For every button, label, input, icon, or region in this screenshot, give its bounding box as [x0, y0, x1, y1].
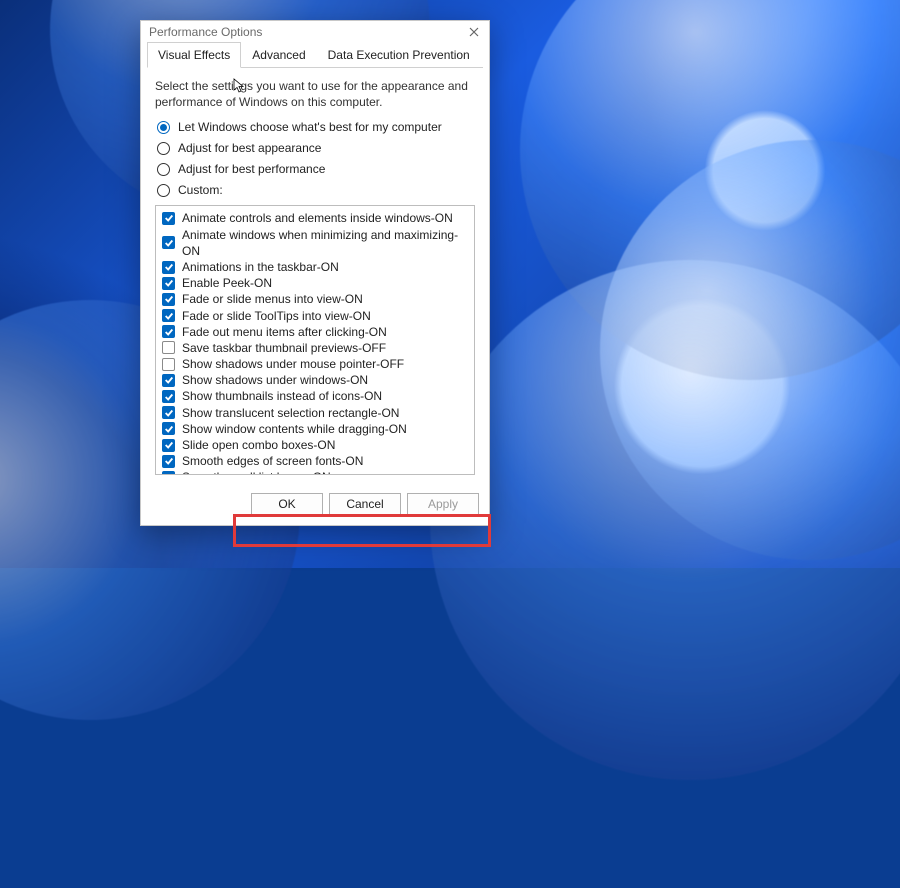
list-item-label: Save taskbar thumbnail previews-OFF	[182, 340, 386, 356]
list-item-label: Show translucent selection rectangle-ON	[182, 405, 399, 421]
checkbox-checked-icon	[162, 406, 175, 419]
cursor-icon	[233, 78, 245, 97]
radio-label: Custom:	[178, 183, 223, 197]
list-item[interactable]: Show shadows under windows-ON	[160, 372, 470, 388]
list-item[interactable]: Enable Peek-ON	[160, 275, 470, 291]
checkbox-checked-icon	[162, 422, 175, 435]
cancel-button[interactable]: Cancel	[329, 493, 401, 515]
checkbox-checked-icon	[162, 390, 175, 403]
checkbox-checked-icon	[162, 293, 175, 306]
radio-label: Let Windows choose what's best for my co…	[178, 120, 442, 134]
list-item[interactable]: Smooth edges of screen fonts-ON	[160, 453, 470, 469]
list-item-label: Animate controls and elements inside win…	[182, 210, 453, 226]
checkbox-checked-icon	[162, 455, 175, 468]
list-item[interactable]: Smooth-scroll list boxes-ON	[160, 469, 470, 475]
list-item-label: Fade out menu items after clicking-ON	[182, 324, 387, 340]
list-item[interactable]: Fade or slide menus into view-ON	[160, 291, 470, 307]
list-item-label: Show shadows under mouse pointer-OFF	[182, 356, 404, 372]
dialog-button-bar: OK Cancel Apply	[141, 483, 489, 525]
list-item-label: Smooth-scroll list boxes-ON	[182, 469, 331, 475]
titlebar[interactable]: Performance Options	[141, 21, 489, 41]
checkbox-checked-icon	[162, 309, 175, 322]
list-item-label: Show thumbnails instead of icons-ON	[182, 388, 382, 404]
apply-button[interactable]: Apply	[407, 493, 479, 515]
tab-visual-effects[interactable]: Visual Effects	[147, 42, 241, 68]
radio-icon	[157, 184, 170, 197]
tabs: Visual EffectsAdvancedData Execution Pre…	[147, 41, 483, 68]
list-item[interactable]: Show thumbnails instead of icons-ON	[160, 388, 470, 404]
list-item-label: Smooth edges of screen fonts-ON	[182, 453, 363, 469]
list-item-label: Show shadows under windows-ON	[182, 372, 368, 388]
list-item[interactable]: Animations in the taskbar-ON	[160, 259, 470, 275]
radio-icon	[157, 121, 170, 134]
tab-data-execution-prevention[interactable]: Data Execution Prevention	[317, 42, 481, 68]
radio-icon	[157, 142, 170, 155]
checkbox-unchecked-icon	[162, 341, 175, 354]
checkbox-checked-icon	[162, 212, 175, 225]
checkbox-checked-icon	[162, 325, 175, 338]
list-item[interactable]: Show shadows under mouse pointer-OFF	[160, 356, 470, 372]
list-item-label: Show window contents while dragging-ON	[182, 421, 407, 437]
list-item[interactable]: Animate windows when minimizing and maxi…	[160, 227, 470, 259]
checkbox-checked-icon	[162, 439, 175, 452]
visual-effects-listbox[interactable]: Animate controls and elements inside win…	[155, 205, 475, 475]
checkbox-checked-icon	[162, 471, 175, 475]
list-item-label: Slide open combo boxes-ON	[182, 437, 335, 453]
list-item[interactable]: Save taskbar thumbnail previews-OFF	[160, 340, 470, 356]
list-item-label: Fade or slide menus into view-ON	[182, 291, 363, 307]
list-item[interactable]: Fade out menu items after clicking-ON	[160, 324, 470, 340]
tab-content: Select the settings you want to use for …	[141, 68, 489, 483]
window-title: Performance Options	[149, 25, 262, 39]
list-item-label: Animations in the taskbar-ON	[182, 259, 339, 275]
close-icon[interactable]	[467, 25, 481, 39]
ok-button[interactable]: OK	[251, 493, 323, 515]
radio-icon	[157, 163, 170, 176]
list-item[interactable]: Slide open combo boxes-ON	[160, 437, 470, 453]
checkbox-checked-icon	[162, 277, 175, 290]
radio-option[interactable]: Let Windows choose what's best for my co…	[157, 120, 475, 134]
radio-label: Adjust for best performance	[178, 162, 325, 176]
list-item[interactable]: Show window contents while dragging-ON	[160, 421, 470, 437]
list-item-label: Animate windows when minimizing and maxi…	[182, 227, 468, 259]
checkbox-checked-icon	[162, 236, 175, 249]
list-item-label: Enable Peek-ON	[182, 275, 272, 291]
list-item[interactable]: Fade or slide ToolTips into view-ON	[160, 308, 470, 324]
list-item-label: Fade or slide ToolTips into view-ON	[182, 308, 371, 324]
radio-option[interactable]: Adjust for best appearance	[157, 141, 475, 155]
radio-option[interactable]: Adjust for best performance	[157, 162, 475, 176]
performance-options-dialog: Performance Options Visual EffectsAdvanc…	[140, 20, 490, 526]
list-item[interactable]: Animate controls and elements inside win…	[160, 210, 470, 226]
tab-advanced[interactable]: Advanced	[241, 42, 316, 68]
list-item[interactable]: Show translucent selection rectangle-ON	[160, 405, 470, 421]
checkbox-checked-icon	[162, 374, 175, 387]
description-text: Select the settings you want to use for …	[155, 78, 475, 110]
checkbox-checked-icon	[162, 261, 175, 274]
preset-radio-group: Let Windows choose what's best for my co…	[157, 120, 475, 197]
radio-option[interactable]: Custom:	[157, 183, 475, 197]
radio-label: Adjust for best appearance	[178, 141, 321, 155]
checkbox-unchecked-icon	[162, 358, 175, 371]
